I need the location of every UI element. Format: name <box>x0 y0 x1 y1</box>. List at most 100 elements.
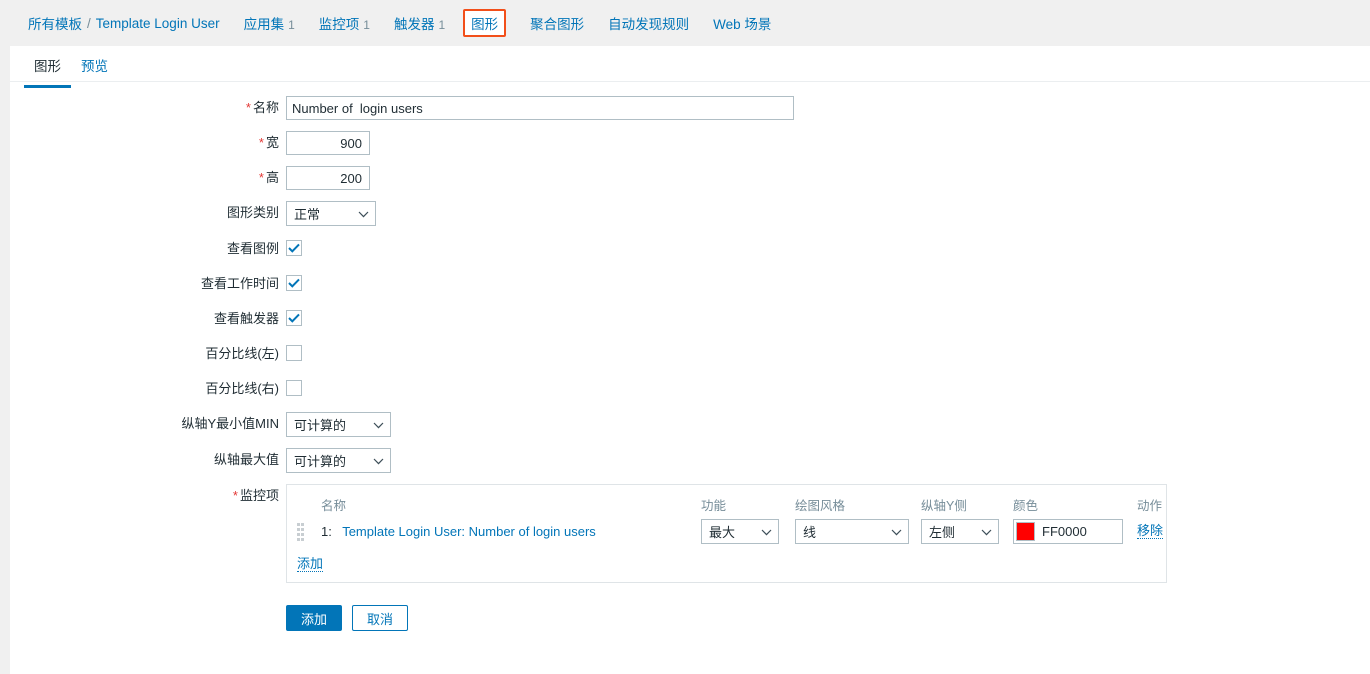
row-drag-handle[interactable] <box>287 522 313 541</box>
required-marker-name: * <box>245 100 251 115</box>
label-show-working-time: 查看工作时间 <box>200 276 279 291</box>
form-row-items: * 监控项 名称 功能 绘图风格 纵轴Y侧 颜色 动作 1: Template … <box>10 484 1370 631</box>
width-input[interactable] <box>286 131 370 155</box>
chevron-down-icon <box>891 524 902 539</box>
row-draw-style-cell: 线 <box>795 518 921 544</box>
row-action-cell: 移除 <box>1137 523 1197 539</box>
submit-button[interactable]: 添加 <box>286 605 342 631</box>
row-y-side-select[interactable]: 左侧 <box>921 518 999 544</box>
height-input[interactable] <box>286 166 370 190</box>
chevron-down-icon <box>358 206 369 221</box>
nav-item-screens[interactable]: 聚合图形 <box>530 13 584 33</box>
colour-swatch[interactable] <box>1016 521 1035 541</box>
label-items: * 监控项 <box>10 484 286 508</box>
chevron-down-icon <box>373 453 384 468</box>
chevron-down-icon <box>981 524 992 539</box>
label-y-max: 纵轴最大值 <box>213 452 279 467</box>
graph-type-select[interactable]: 正常 <box>286 201 376 226</box>
nav-item-applications-count: 1 <box>288 18 295 32</box>
tab-bar: 图形 预览 <box>10 46 1370 88</box>
row-y-side-cell: 左侧 <box>921 518 1013 544</box>
form-row-height: * 高 <box>10 166 1370 190</box>
name-input[interactable] <box>286 96 794 120</box>
check-icon <box>288 243 300 253</box>
nav-item-items-count: 1 <box>363 18 370 32</box>
label-y-min: 纵轴Y最小值MIN <box>181 416 279 431</box>
form-row-y-min: 纵轴Y最小值MIN 可计算的 <box>10 412 1370 437</box>
items-add-row: 添加 <box>287 556 1166 572</box>
nav-item-discovery-rules[interactable]: 自动发现规则 <box>608 13 689 33</box>
form-row-show-legend: 查看图例 <box>10 237 1370 261</box>
form-row-percentile-left: 百分比线(左) <box>10 342 1370 366</box>
label-graph-type: 图形类别 <box>226 205 279 220</box>
add-item-link[interactable]: 添加 <box>297 556 324 572</box>
drag-handle-icon[interactable] <box>297 522 306 541</box>
nav-item-applications[interactable]: 应用集 1 <box>244 13 295 33</box>
row-y-side-value: 左侧 <box>929 524 956 540</box>
required-marker-height: * <box>258 170 264 185</box>
column-header-y-side: 纵轴Y侧 <box>921 498 967 513</box>
breadcrumb-all-templates[interactable]: 所有模板 <box>28 13 82 33</box>
row-index: 1: <box>321 523 332 539</box>
form-row-percentile-right: 百分比线(右) <box>10 377 1370 401</box>
form-row-name: * 名称 <box>10 96 1370 120</box>
column-header-colour: 颜色 <box>1013 498 1039 513</box>
percentile-left-checkbox[interactable] <box>286 345 302 361</box>
breadcrumb-template-name[interactable]: Template Login User <box>96 16 220 31</box>
nav-item-graphs-label: 图形 <box>471 17 499 32</box>
row-colour-value: FF0000 <box>1042 523 1087 539</box>
form-row-graph-type: 图形类别 正常 <box>10 201 1370 226</box>
nav-item-items-label: 监控项 <box>318 17 360 32</box>
label-percentile-right: 百分比线(右) <box>205 381 279 396</box>
label-width: * 宽 <box>10 131 286 155</box>
breadcrumb-separator: / <box>87 15 91 31</box>
row-function-value: 最大 <box>709 524 736 540</box>
cancel-button[interactable]: 取消 <box>352 605 408 631</box>
show-working-time-checkbox[interactable] <box>286 275 302 291</box>
remove-item-link[interactable]: 移除 <box>1137 523 1164 539</box>
form-row-show-triggers: 查看触发器 <box>10 307 1370 331</box>
y-min-select[interactable]: 可计算的 <box>286 412 391 437</box>
check-icon <box>288 278 300 288</box>
form-buttons: 添加 取消 <box>286 605 1370 631</box>
items-table: 名称 功能 绘图风格 纵轴Y侧 颜色 动作 1: Template Login … <box>286 484 1167 583</box>
column-header-action: 动作 <box>1137 498 1163 513</box>
nav-item-items[interactable]: 监控项 1 <box>319 13 370 33</box>
row-function-select[interactable]: 最大 <box>701 518 779 544</box>
table-row: 1: Template Login User: Number of login … <box>287 515 1166 547</box>
nav-item-graphs[interactable]: 图形 <box>463 9 507 37</box>
y-max-value: 可计算的 <box>294 454 347 469</box>
row-colour-input[interactable]: FF0000 <box>1013 518 1123 544</box>
label-percentile-left: 百分比线(左) <box>205 346 279 361</box>
graph-type-value: 正常 <box>294 207 321 222</box>
column-header-draw-style: 绘图风格 <box>795 498 846 513</box>
items-table-header: 名称 功能 绘图风格 纵轴Y侧 颜色 动作 <box>287 493 1166 515</box>
tab-graph[interactable]: 图形 <box>24 46 71 88</box>
nav-item-web-scenarios-label: Web 场景 <box>713 17 772 32</box>
chevron-down-icon <box>373 417 384 432</box>
y-max-select[interactable]: 可计算的 <box>286 448 391 473</box>
form-row-show-working-time: 查看工作时间 <box>10 272 1370 296</box>
nav-item-applications-label: 应用集 <box>243 17 285 32</box>
show-triggers-checkbox[interactable] <box>286 310 302 326</box>
top-navigation-bar: 所有模板 / Template Login User 应用集 1 监控项 1 触… <box>0 0 1370 46</box>
show-legend-checkbox[interactable] <box>286 240 302 256</box>
nav-item-discovery-rules-label: 自动发现规则 <box>608 17 690 32</box>
row-colour-cell: FF0000 <box>1013 518 1137 544</box>
form-row-width: * 宽 <box>10 131 1370 155</box>
row-draw-style-select[interactable]: 线 <box>795 518 909 544</box>
nav-item-screens-label: 聚合图形 <box>530 17 585 32</box>
y-min-value: 可计算的 <box>294 418 347 433</box>
row-item-link[interactable]: Template Login User: Number of login use… <box>342 524 596 539</box>
chevron-down-icon <box>761 524 772 539</box>
nav-item-triggers[interactable]: 触发器 1 <box>394 13 445 33</box>
percentile-right-checkbox[interactable] <box>286 380 302 396</box>
required-marker-items: * <box>232 488 238 503</box>
tab-preview[interactable]: 预览 <box>71 46 118 85</box>
nav-item-web-scenarios[interactable]: Web 场景 <box>713 13 771 33</box>
label-width-text: 宽 <box>265 135 279 150</box>
label-name-text: 名称 <box>252 100 279 115</box>
row-function-cell: 最大 <box>701 518 795 544</box>
nav-item-triggers-label: 触发器 <box>393 17 435 32</box>
label-height: * 高 <box>10 166 286 190</box>
